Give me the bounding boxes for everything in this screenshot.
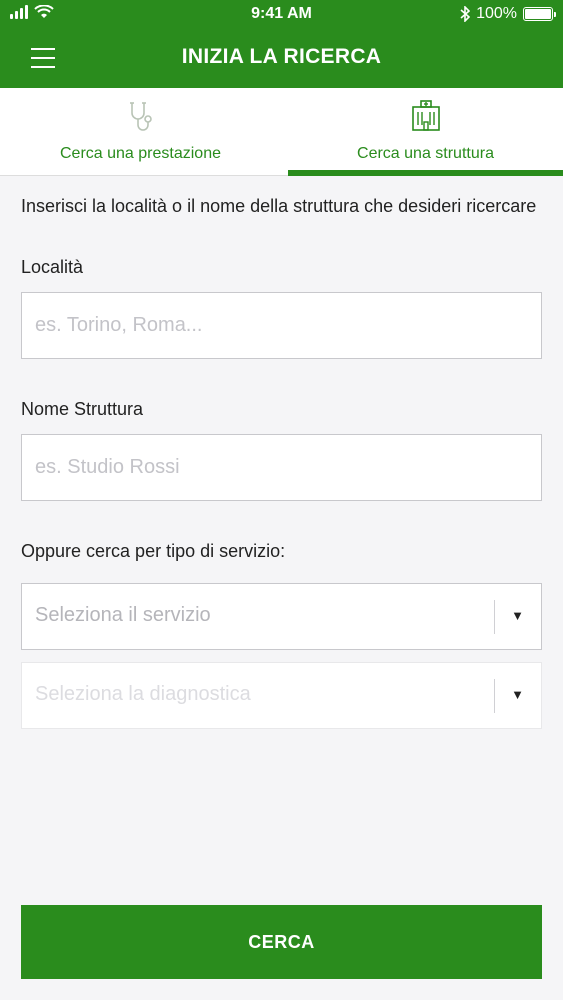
tab-label: Cerca una prestazione xyxy=(60,145,221,162)
active-tab-indicator xyxy=(288,170,563,176)
page-title: INIZIA LA RICERCA xyxy=(181,45,382,68)
facility-name-label: Nome Struttura xyxy=(21,399,144,419)
location-label: Località xyxy=(21,257,84,277)
nav-bar: INIZIA LA RICERCA xyxy=(0,28,563,88)
service-type-label: Oppure cerca per tipo di servizio: xyxy=(21,541,286,561)
tab-cerca-struttura[interactable]: Cerca una struttura xyxy=(288,88,563,176)
dropdown-arrow-icon: ▼ xyxy=(511,687,524,702)
select-divider xyxy=(494,679,495,713)
service-select[interactable]: Seleziona il servizio ▼ xyxy=(21,583,542,650)
select-divider xyxy=(494,600,495,634)
search-tabs: Cerca una prestazione Cerca una struttur… xyxy=(0,88,563,176)
search-intro-text: Inserisci la località o il nome della st… xyxy=(21,196,537,216)
diagnostics-select-placeholder: Seleziona la diagnostica xyxy=(35,683,251,705)
battery-percent: 100% xyxy=(476,5,517,22)
dropdown-arrow-icon: ▼ xyxy=(511,608,524,623)
stethoscope-icon xyxy=(129,102,152,131)
bluetooth-icon xyxy=(460,6,471,22)
search-button[interactable]: CERCA xyxy=(21,905,542,979)
tab-label: Cerca una struttura xyxy=(357,145,494,162)
facility-name-input[interactable] xyxy=(21,434,542,501)
service-select-placeholder: Seleziona il servizio xyxy=(35,604,211,626)
battery-icon xyxy=(523,7,556,21)
hospital-building-icon xyxy=(411,100,440,131)
tab-cerca-prestazione[interactable]: Cerca una prestazione xyxy=(0,88,281,176)
status-bar: 9:41 AM 100% xyxy=(0,0,563,28)
location-input[interactable] xyxy=(21,292,542,359)
status-right: 100% xyxy=(460,5,556,23)
diagnostics-select[interactable]: Seleziona la diagnostica ▼ xyxy=(21,662,542,729)
